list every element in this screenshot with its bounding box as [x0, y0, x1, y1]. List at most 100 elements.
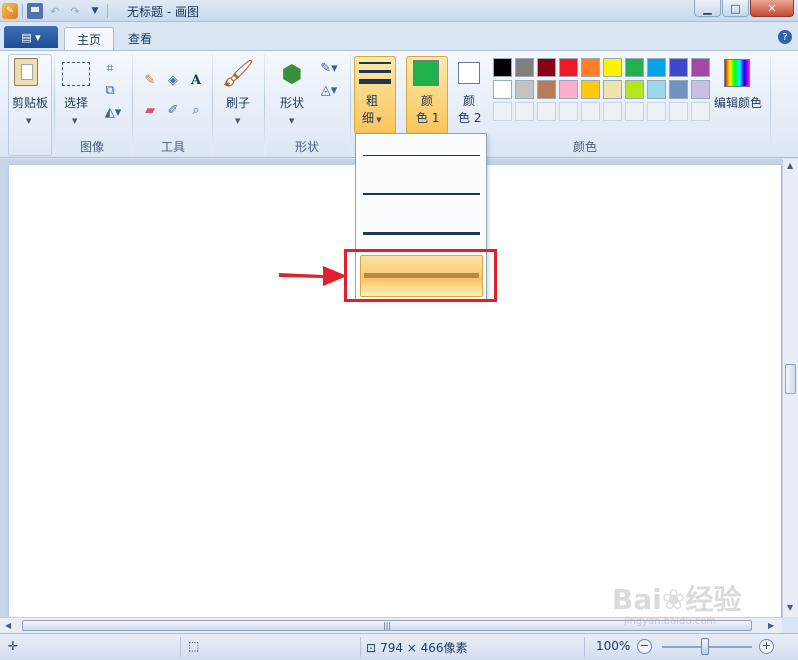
help-icon[interactable]: ? — [778, 30, 792, 44]
palette-color-swatch[interactable] — [625, 58, 644, 77]
minimize-button[interactable]: ▁ — [694, 0, 721, 17]
scroll-up-icon[interactable]: ▲ — [787, 161, 793, 170]
color2-label-line2[interactable]: 色 2 — [458, 111, 481, 125]
palette-color-swatch[interactable] — [625, 80, 644, 99]
paint-app-icon[interactable]: ✎ — [2, 3, 18, 19]
group-separator — [770, 54, 771, 154]
shapes-label[interactable]: 形状 — [274, 96, 310, 110]
app-menu-button[interactable]: ▤ ▾ — [4, 26, 58, 48]
toolbar-separator — [107, 4, 108, 18]
save-icon[interactable] — [27, 3, 43, 19]
clipboard-icon — [14, 58, 38, 86]
color1-swatch — [413, 60, 439, 86]
tab-home[interactable]: 主页 — [64, 27, 115, 50]
colors-group-label: 颜色 — [572, 140, 597, 154]
palette-color-swatch[interactable] — [603, 58, 622, 77]
size-line-icon — [359, 70, 391, 73]
palette-color-swatch[interactable] — [515, 80, 534, 99]
palette-custom-slot[interactable] — [515, 102, 534, 121]
eraser-icon[interactable]: ▰ — [140, 100, 160, 120]
palette-color-swatch[interactable] — [691, 58, 710, 77]
selection-size-icon: ⬚ — [188, 639, 200, 653]
palette-custom-slot[interactable] — [493, 102, 512, 121]
palette-color-swatch[interactable] — [581, 80, 600, 99]
size-option-2px[interactable] — [360, 176, 483, 212]
undo-icon[interactable]: ↶ — [47, 3, 63, 19]
quick-access-toolbar: ✎ ↶ ↷ ▼ — [2, 2, 108, 20]
palette-color-swatch[interactable] — [559, 80, 578, 99]
title-bar: ✎ ↶ ↷ ▼ 无标题 - 画图 ▁ □ ✕ — [0, 0, 798, 22]
vertical-scrollbar[interactable]: ▲ ▼ — [782, 159, 798, 617]
image-group-label: 图像 — [79, 140, 104, 154]
palette-custom-slot[interactable] — [603, 102, 622, 121]
palette-custom-slot[interactable] — [669, 102, 688, 121]
zoom-level: 100% — [596, 639, 631, 653]
select-icon[interactable] — [62, 62, 90, 86]
color1-label-line1: 颜 — [421, 94, 434, 108]
palette-color-swatch[interactable] — [537, 58, 556, 77]
redo-icon[interactable]: ↷ — [67, 3, 83, 19]
size-line-icon — [359, 62, 391, 64]
palette-color-swatch[interactable] — [647, 80, 666, 99]
palette-custom-slot[interactable] — [647, 102, 666, 121]
text-icon[interactable]: A — [186, 70, 206, 90]
fill-style-icon[interactable]: ◬▾ — [316, 80, 342, 100]
select-label[interactable]: 选择 — [60, 96, 92, 110]
palette-color-swatch[interactable] — [581, 58, 600, 77]
edit-colors-label[interactable]: 编辑颜色 — [712, 96, 764, 110]
chevron-down-icon: ▼ — [289, 117, 295, 125]
brush-icon[interactable]: 🖌 — [222, 58, 255, 90]
maximize-button[interactable]: □ — [722, 0, 749, 17]
palette-custom-slot[interactable] — [625, 102, 644, 121]
customize-qat-icon[interactable]: ▼ — [87, 3, 103, 19]
crop-icon[interactable]: ⌗ — [100, 58, 120, 78]
brushes-label[interactable]: 刷子 — [220, 96, 256, 110]
canvas-size-display: ⊡ 794 × 466像素 — [366, 639, 468, 656]
shapes-icon[interactable]: ⬢ — [276, 58, 308, 90]
size-option-1px[interactable] — [360, 138, 483, 174]
tools-group-label: 工具 — [160, 140, 185, 154]
group-separator — [54, 54, 55, 154]
chevron-down-icon: ▼ — [72, 117, 78, 125]
tab-view[interactable]: 查看 — [116, 27, 164, 50]
color2-swatch[interactable] — [458, 62, 480, 84]
resize-icon[interactable]: ⧉ — [100, 80, 120, 100]
palette-color-swatch[interactable] — [669, 80, 688, 99]
palette-color-swatch[interactable] — [537, 80, 556, 99]
zoom-slider-thumb[interactable] — [701, 638, 709, 655]
palette-color-swatch[interactable] — [493, 58, 512, 77]
chevron-down-icon: ▼ — [235, 117, 241, 125]
pencil-icon[interactable]: ✎ — [140, 70, 160, 90]
color-picker-icon[interactable]: ✐ — [163, 100, 183, 120]
color2-label-line1: 颜 — [463, 94, 476, 108]
edit-colors-icon[interactable] — [724, 59, 750, 87]
scroll-down-icon[interactable]: ▼ — [787, 603, 793, 612]
rotate-icon[interactable]: ◭▾ — [100, 102, 126, 122]
size-option-3px[interactable] — [360, 215, 483, 251]
palette-color-swatch[interactable] — [493, 80, 512, 99]
zoom-in-button[interactable]: + — [759, 639, 774, 654]
toolbar-separator — [22, 4, 23, 18]
palette-custom-slot[interactable] — [537, 102, 556, 121]
close-button[interactable]: ✕ — [750, 0, 794, 17]
vertical-scroll-thumb[interactable] — [785, 364, 796, 394]
palette-color-swatch[interactable] — [559, 58, 578, 77]
window-title: 无标题 - 画图 — [127, 5, 199, 19]
cursor-position-icon: ✛ — [8, 639, 19, 653]
palette-custom-slot[interactable] — [559, 102, 578, 121]
fill-icon[interactable]: ◈ — [163, 70, 183, 90]
zoom-out-button[interactable]: − — [637, 639, 652, 654]
size-label-line1: 粗 — [366, 94, 379, 108]
palette-custom-slot[interactable] — [581, 102, 600, 121]
scroll-left-icon[interactable]: ◀ — [5, 621, 11, 630]
palette-color-swatch[interactable] — [691, 80, 710, 99]
outline-icon[interactable]: ✎▾ — [316, 58, 342, 78]
palette-color-swatch[interactable] — [647, 58, 666, 77]
palette-color-swatch[interactable] — [669, 58, 688, 77]
palette-custom-slot[interactable] — [691, 102, 710, 121]
palette-color-swatch[interactable] — [603, 80, 622, 99]
palette-color-swatch[interactable] — [515, 58, 534, 77]
group-separator — [350, 54, 351, 154]
magnifier-icon[interactable]: ⌕ — [186, 100, 206, 120]
scroll-right-icon[interactable]: ▶ — [768, 621, 774, 630]
